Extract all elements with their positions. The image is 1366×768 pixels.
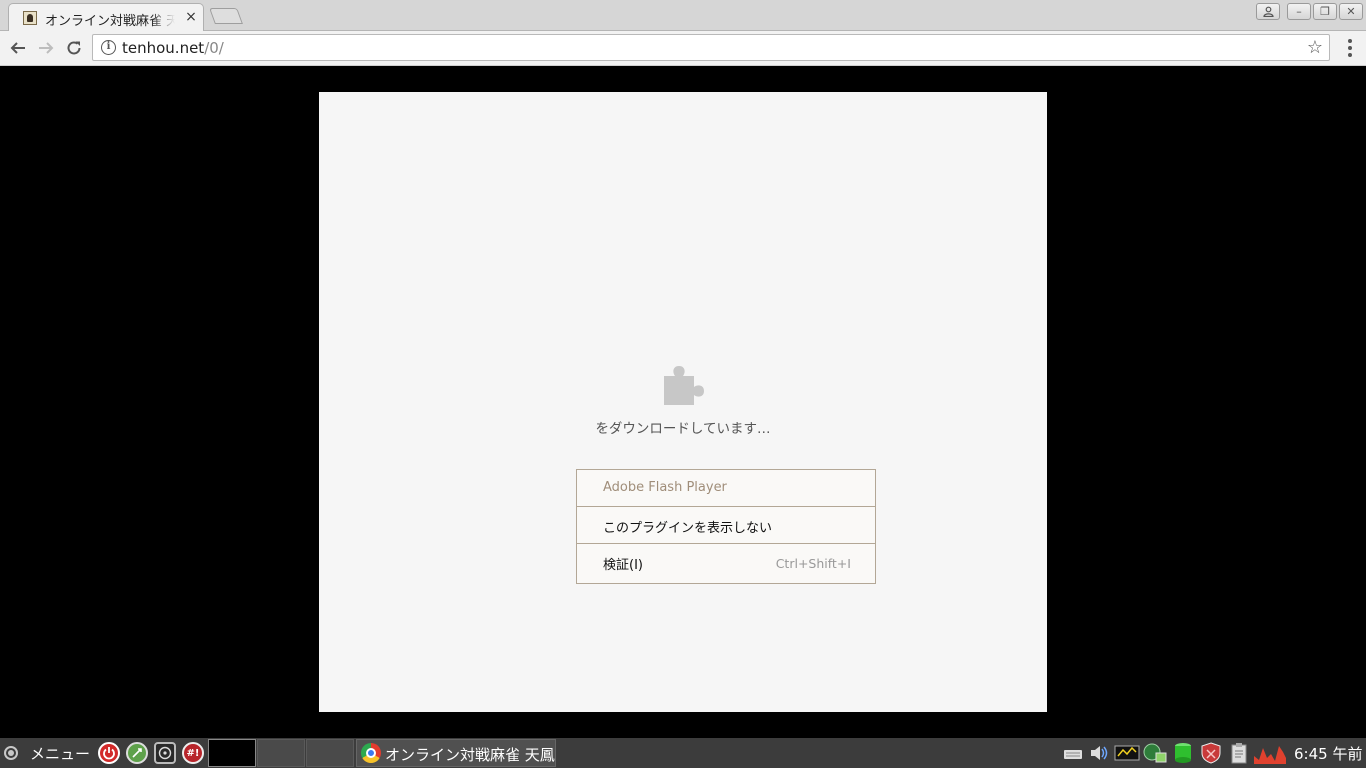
workspace-1[interactable] — [208, 739, 256, 767]
minimize-button[interactable]: – — [1287, 3, 1311, 20]
workspace-2[interactable] — [257, 739, 305, 767]
reload-button[interactable] — [62, 36, 86, 60]
bookmark-star-icon[interactable]: ☆ — [1307, 37, 1323, 58]
tab-strip: オンライン対戦麻雀 天鳳 × – ❐ ✕ — [0, 0, 1366, 31]
context-menu: Adobe Flash Player このプラグインを表示しない 検証(I) C… — [576, 469, 876, 584]
browser-menu-icon[interactable] — [1340, 37, 1360, 59]
url-host: tenhou.net — [122, 39, 205, 57]
inspect-label: 検証(I) — [603, 558, 643, 573]
url-path: /0/ — [204, 39, 224, 57]
network-icon[interactable] — [1142, 742, 1168, 764]
flash-plugin-placeholder[interactable]: をダウンロードしています… Adobe Flash Player このプラグイン… — [319, 92, 1047, 712]
info-icon[interactable]: i — [101, 40, 116, 55]
cpu-monitor-icon[interactable] — [1254, 742, 1286, 764]
shield-icon[interactable] — [1200, 742, 1222, 764]
new-tab-button[interactable] — [209, 8, 243, 24]
taskbar: メニュー #! オンライン対戦麻雀 天鳳 6:45 午前 — [0, 738, 1366, 768]
arrow-right-icon — [39, 42, 54, 54]
tab-title: オンライン対戦麻雀 天鳳 — [45, 10, 175, 29]
menu-item-inspect[interactable]: 検証(I) Ctrl+Shift+I — [577, 544, 875, 583]
launcher-media[interactable] — [154, 742, 176, 764]
profile-button[interactable] — [1256, 3, 1280, 20]
workspace-3[interactable] — [306, 739, 354, 767]
power-button[interactable] — [98, 742, 120, 764]
plugin-name-label: Adobe Flash Player — [603, 480, 727, 495]
browser-tab[interactable]: オンライン対戦麻雀 天鳳 × — [8, 3, 204, 31]
volume-icon[interactable] — [1088, 742, 1110, 764]
hide-plugin-label: このプラグインを表示しない — [603, 521, 773, 536]
close-window-button[interactable]: ✕ — [1339, 3, 1363, 20]
plugin-status-text: をダウンロードしています… — [595, 421, 771, 437]
storage-icon[interactable] — [1172, 742, 1194, 764]
taskbar-window-chrome[interactable]: オンライン対戦麻雀 天鳳 — [356, 739, 556, 767]
context-menu-header: Adobe Flash Player — [577, 470, 875, 507]
rocket-icon — [132, 748, 142, 758]
start-menu-label: メニュー — [30, 745, 91, 763]
url-text[interactable]: tenhou.net/0/ — [122, 39, 224, 57]
person-icon — [1262, 6, 1274, 18]
launcher-rocket[interactable] — [126, 742, 148, 764]
inspect-shortcut: Ctrl+Shift+I — [775, 556, 851, 571]
power-icon — [103, 747, 115, 760]
arrow-left-icon — [10, 42, 25, 54]
address-bar[interactable]: i tenhou.net/0/ ☆ — [92, 34, 1330, 61]
chrome-icon — [361, 743, 381, 763]
puzzle-piece-icon — [664, 366, 704, 405]
launcher-terminal[interactable]: #! — [182, 742, 204, 764]
disc-icon — [158, 746, 172, 760]
back-button[interactable] — [6, 36, 30, 60]
start-menu-icon — [4, 746, 18, 760]
clock[interactable]: 6:45 午前 — [1294, 743, 1362, 764]
taskbar-window-title: オンライン対戦麻雀 天鳳 — [385, 746, 555, 764]
browser-toolbar: i tenhou.net/0/ ☆ — [0, 31, 1366, 66]
clipboard-icon[interactable] — [1228, 742, 1250, 764]
menu-item-hide-plugin[interactable]: このプラグインを表示しない — [577, 507, 875, 544]
restore-button[interactable]: ❐ — [1313, 3, 1337, 20]
start-menu-button[interactable]: メニュー — [0, 738, 96, 768]
forward-button[interactable] — [34, 36, 58, 60]
tab-close-button[interactable]: × — [183, 9, 199, 25]
monitor-icon[interactable] — [1114, 742, 1140, 764]
keyboard-icon[interactable] — [1062, 742, 1084, 764]
reload-icon — [67, 41, 81, 55]
tenhou-favicon-icon — [23, 11, 37, 25]
